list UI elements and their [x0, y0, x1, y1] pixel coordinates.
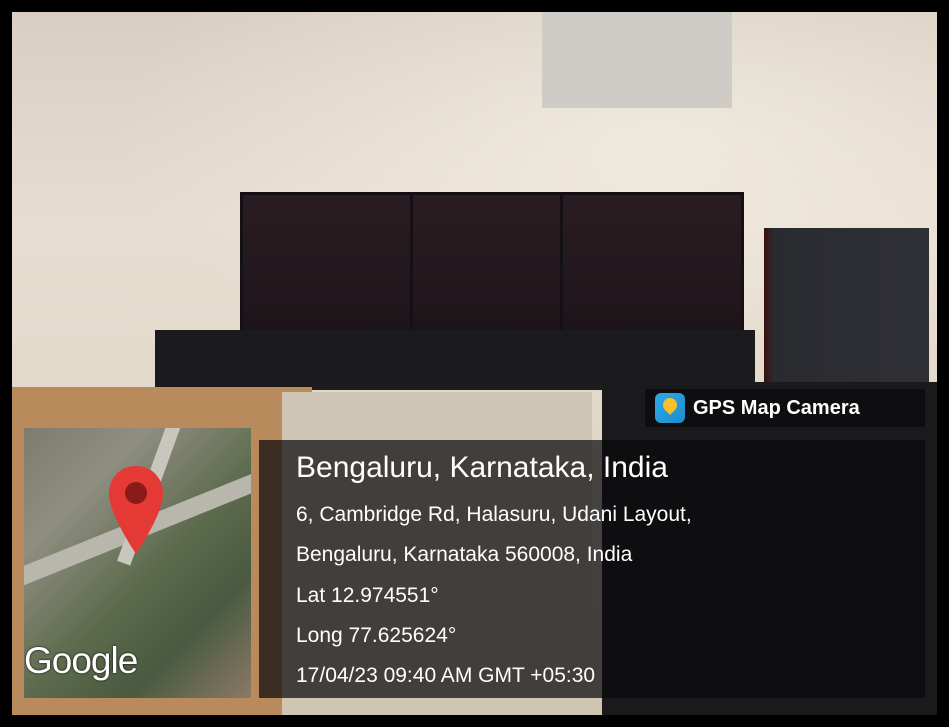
- longitude: Long 77.625624°: [296, 624, 457, 647]
- address-line-2: Bengaluru, Karnataka 560008, India: [296, 543, 633, 566]
- app-badge: GPS Map Camera: [645, 389, 925, 427]
- datetime: 17/04/23 09:40 AM GMT +05:30: [296, 664, 596, 687]
- speaker-bar: [155, 330, 755, 390]
- photo-frame: Google GPS Map Camera Bengaluru, Karnata…: [0, 0, 949, 727]
- latitude: Lat 12.974551°: [296, 584, 439, 607]
- app-name: GPS Map Camera: [693, 396, 860, 419]
- address-line-1: 6, Cambridge Rd, Halasuru, Udani Layout,: [296, 503, 692, 526]
- gps-map-camera-icon: [655, 393, 685, 423]
- cpu-tower: [764, 228, 929, 408]
- location-title: Bengaluru, Karnataka, India: [296, 451, 668, 484]
- google-logo: Google: [24, 640, 138, 681]
- location-pin-icon: [109, 466, 163, 554]
- map-thumbnail: Google: [24, 428, 251, 698]
- wall-poster: [542, 12, 732, 108]
